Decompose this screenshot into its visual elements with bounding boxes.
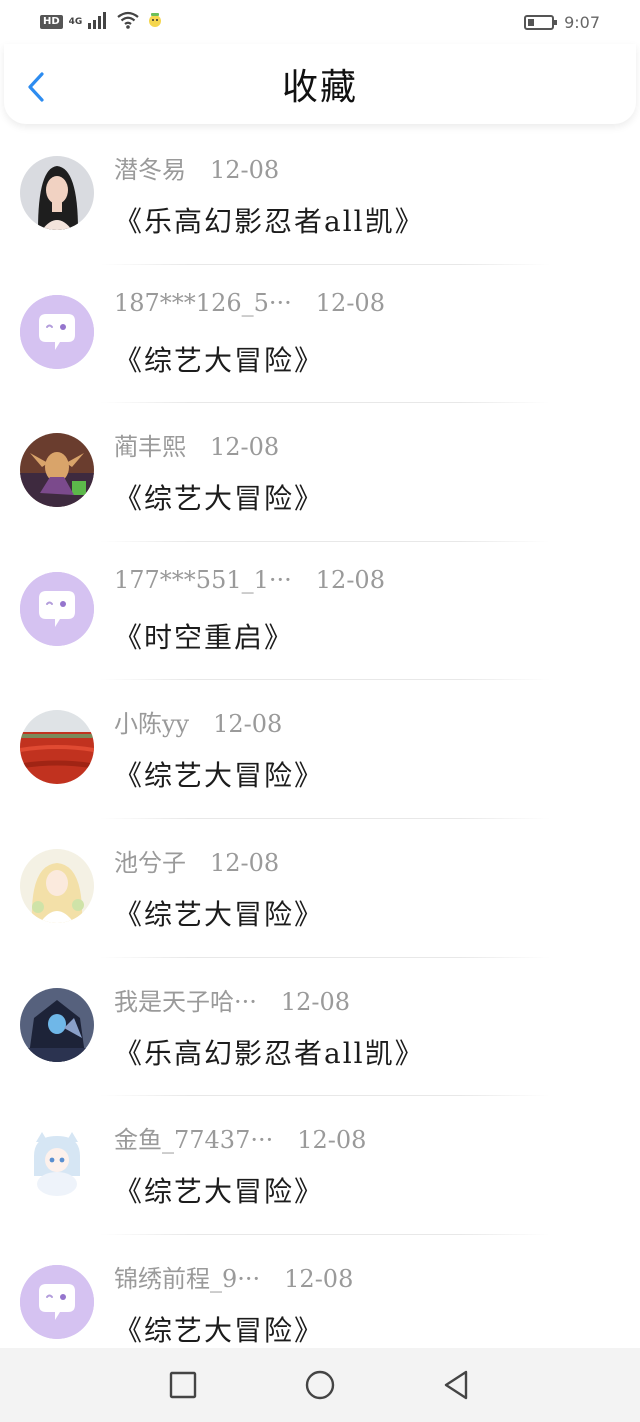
avatar[interactable] (20, 848, 94, 923)
item-meta: 177***551_1··· 12-08 (114, 566, 385, 594)
item-title[interactable]: 《综艺大冒险》 (114, 893, 324, 933)
item-title[interactable]: 《乐高幻影忍者all凯》 (114, 200, 425, 240)
status-left: HD 4G (40, 11, 164, 33)
item-title[interactable]: 《时空重启》 (114, 616, 294, 656)
username: 蔺丰熙 (114, 433, 186, 462)
battery-icon (524, 14, 558, 30)
date: 12-08 (297, 1126, 367, 1155)
favorite-item[interactable]: 潜冬易 12-08 《乐高幻影忍者all凯》 (0, 126, 640, 265)
item-title[interactable]: 《综艺大冒险》 (114, 754, 324, 794)
username: 锦绣前程_9··· (114, 1264, 261, 1293)
default-avatar-icon[interactable] (20, 1264, 94, 1339)
date: 12-08 (213, 710, 283, 739)
favorite-item[interactable]: 蔺丰熙 12-08 《综艺大冒险》 (0, 403, 640, 542)
date: 12-08 (280, 987, 351, 1016)
circle-icon (305, 1370, 335, 1400)
app-notification-icon (146, 11, 164, 33)
favorite-item[interactable]: 池兮子 12-08 《综艺大冒险》 (0, 819, 640, 958)
item-meta: 小陈yy 12-08 (114, 704, 282, 739)
username: 我是天子哈··· (114, 987, 257, 1016)
triangle-back-icon (444, 1370, 468, 1400)
username: 小陈yy (114, 710, 190, 739)
item-title[interactable]: 《综艺大冒险》 (114, 1309, 324, 1349)
back-button[interactable] (22, 70, 50, 104)
date: 12-08 (210, 156, 280, 184)
clock: 9:07 (564, 12, 600, 32)
home-button[interactable] (300, 1365, 340, 1405)
item-meta: 187***126_5··· 12-08 (114, 289, 385, 317)
favorites-list: 潜冬易 12-08 《乐高幻影忍者all凯》 187***126_5··· 12-08 《… (0, 126, 640, 1374)
item-meta: 蔺丰熙 12-08 (114, 427, 279, 462)
page-title: 收藏 (281, 67, 358, 108)
hd-badge: HD (40, 15, 63, 29)
favorite-item[interactable]: 金鱼_77437··· 12-08 《综艺大冒险》 (0, 1096, 640, 1235)
avatar[interactable] (20, 1126, 94, 1201)
avatar[interactable] (20, 433, 94, 508)
chevron-left-icon (28, 72, 44, 102)
item-title[interactable]: 《综艺大冒险》 (114, 1170, 324, 1210)
favorite-item[interactable]: 我是天子哈··· 12-08 《乐高幻影忍者all凯》 (0, 958, 640, 1097)
signal-icon (88, 11, 110, 33)
username: 潜冬易 (114, 156, 186, 184)
recent-apps-button[interactable] (163, 1365, 203, 1405)
status-bar: HD 4G 9:07 (0, 0, 640, 44)
system-back-button[interactable] (436, 1365, 476, 1405)
favorite-item[interactable]: 177***551_1··· 12-08 《时空重启》 (0, 542, 640, 681)
system-nav-bar (0, 1348, 640, 1422)
default-avatar-icon[interactable] (20, 294, 94, 369)
wifi-icon (116, 11, 140, 33)
item-title[interactable]: 《综艺大冒险》 (114, 477, 324, 517)
username: 池兮子 (114, 848, 186, 877)
item-meta: 金鱼_77437··· 12-08 (114, 1120, 366, 1155)
username: 177***551_1··· (114, 565, 292, 594)
square-icon (169, 1371, 197, 1399)
favorite-item[interactable]: 小陈yy 12-08 《综艺大冒险》 (0, 680, 640, 819)
favorite-item[interactable]: 187***126_5··· 12-08 《综艺大冒险》 (0, 265, 640, 404)
avatar[interactable] (20, 710, 94, 785)
date: 12-08 (315, 565, 385, 594)
item-title[interactable]: 《综艺大冒险》 (114, 339, 324, 379)
date: 12-08 (210, 848, 280, 877)
header: 收藏 (4, 44, 636, 124)
item-meta: 池兮子 12-08 (114, 843, 279, 878)
date: 12-08 (210, 433, 280, 462)
screen: HD 4G 9:07 收藏 潜冬易 12-08 《乐高幻影忍者all凯》 187… (0, 0, 640, 1422)
default-avatar-icon[interactable] (20, 571, 94, 646)
item-meta: 我是天子哈··· 12-08 (114, 982, 350, 1017)
item-title[interactable]: 《乐高幻影忍者all凯》 (114, 1032, 425, 1072)
battery-level (528, 18, 535, 26)
network-label: 4G (68, 16, 83, 27)
username: 金鱼_77437··· (114, 1126, 274, 1155)
avatar[interactable] (20, 987, 94, 1062)
item-meta: 潜冬易 12-08 (114, 150, 279, 185)
date: 12-08 (284, 1264, 354, 1293)
status-right: 9:07 (524, 13, 600, 32)
date: 12-08 (315, 288, 385, 317)
username: 187***126_5··· (114, 288, 292, 317)
avatar[interactable] (20, 156, 94, 230)
item-meta: 锦绣前程_9··· 12-08 (114, 1259, 353, 1294)
